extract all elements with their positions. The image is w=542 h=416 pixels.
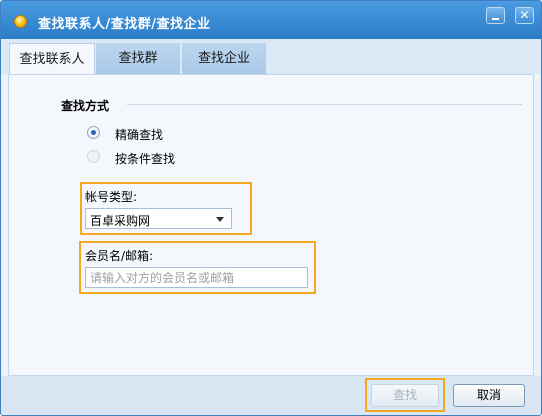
condition-search-label[interactable]: 按条件查找	[115, 150, 175, 167]
account-type-value: 百卓采购网	[90, 214, 151, 228]
minimize-icon	[492, 18, 499, 20]
app-logo-icon	[14, 15, 27, 28]
title-bar[interactable]: 查找联系人/查找群/查找企业 ✕	[1, 1, 541, 39]
cancel-button[interactable]: 取消	[453, 384, 525, 407]
exact-search-radio[interactable]	[87, 126, 100, 139]
window-title: 查找联系人/查找群/查找企业	[38, 17, 211, 32]
account-type-label: 帐号类型:	[85, 190, 138, 204]
find-button[interactable]: 查找	[371, 384, 439, 407]
dialog-footer: 查找 取消	[1, 376, 541, 415]
search-panel: 查找方式 精确查找 按条件查找 帐号类型: 百卓采购网 会员名/邮箱:	[8, 74, 534, 376]
tab-find-contact[interactable]: 查找联系人	[9, 43, 95, 75]
account-type-select[interactable]: 百卓采购网	[85, 208, 232, 229]
member-name-input[interactable]	[85, 267, 308, 288]
close-button[interactable]: ✕	[515, 7, 534, 24]
tab-find-group[interactable]: 查找群	[96, 43, 180, 74]
exact-search-label[interactable]: 精确查找	[115, 126, 163, 143]
tab-bar: 查找联系人 查找群 查找企业	[1, 39, 541, 75]
find-contact-dialog: 查找联系人/查找群/查找企业 ✕ 查找联系人 查找群 查找企业 查找方式 精确查…	[0, 0, 542, 416]
search-mode-heading: 查找方式	[61, 99, 110, 113]
minimize-button[interactable]	[486, 7, 505, 24]
condition-search-radio[interactable]	[87, 150, 100, 163]
tab-find-company[interactable]: 查找企业	[182, 43, 266, 74]
member-name-label: 会员名/邮箱:	[85, 249, 154, 263]
section-divider	[127, 104, 522, 105]
chevron-down-icon[interactable]	[216, 217, 224, 222]
close-icon: ✕	[519, 8, 530, 22]
